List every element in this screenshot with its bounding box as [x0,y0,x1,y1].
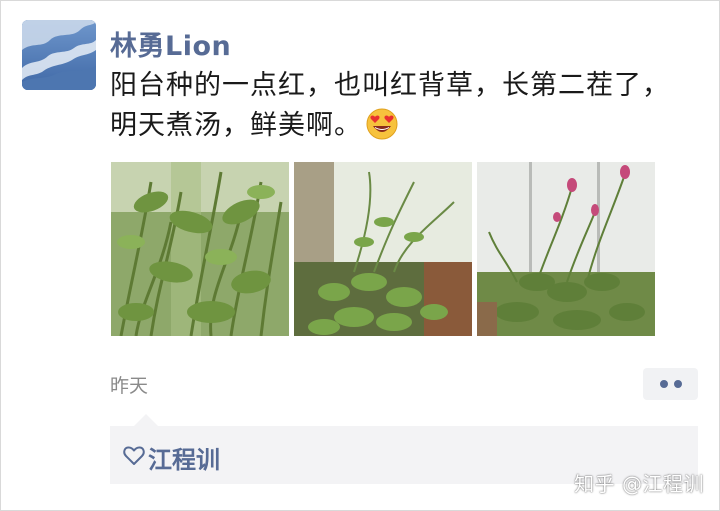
photo-grid [111,162,655,336]
more-actions-button[interactable] [643,368,698,400]
avatar[interactable] [22,20,96,90]
watermark: 知乎 @江程训 [574,472,704,496]
author-name[interactable]: 林勇Lion [110,24,231,63]
liker-name[interactable]: 江程训 [148,440,220,475]
heart-icon [123,446,145,465]
heart-eyes-emoji-icon [366,108,398,140]
dot-icon [673,380,682,388]
post-text: 阳台种的一点红，也叫红背草，长第二茬了，明天煮汤，鲜美啊。 [110,66,690,146]
photo-3[interactable] [477,162,655,336]
dot-icon [659,380,668,388]
photo-2[interactable] [294,162,472,336]
post-time: 昨天 [110,375,149,397]
photo-1[interactable] [111,162,289,336]
